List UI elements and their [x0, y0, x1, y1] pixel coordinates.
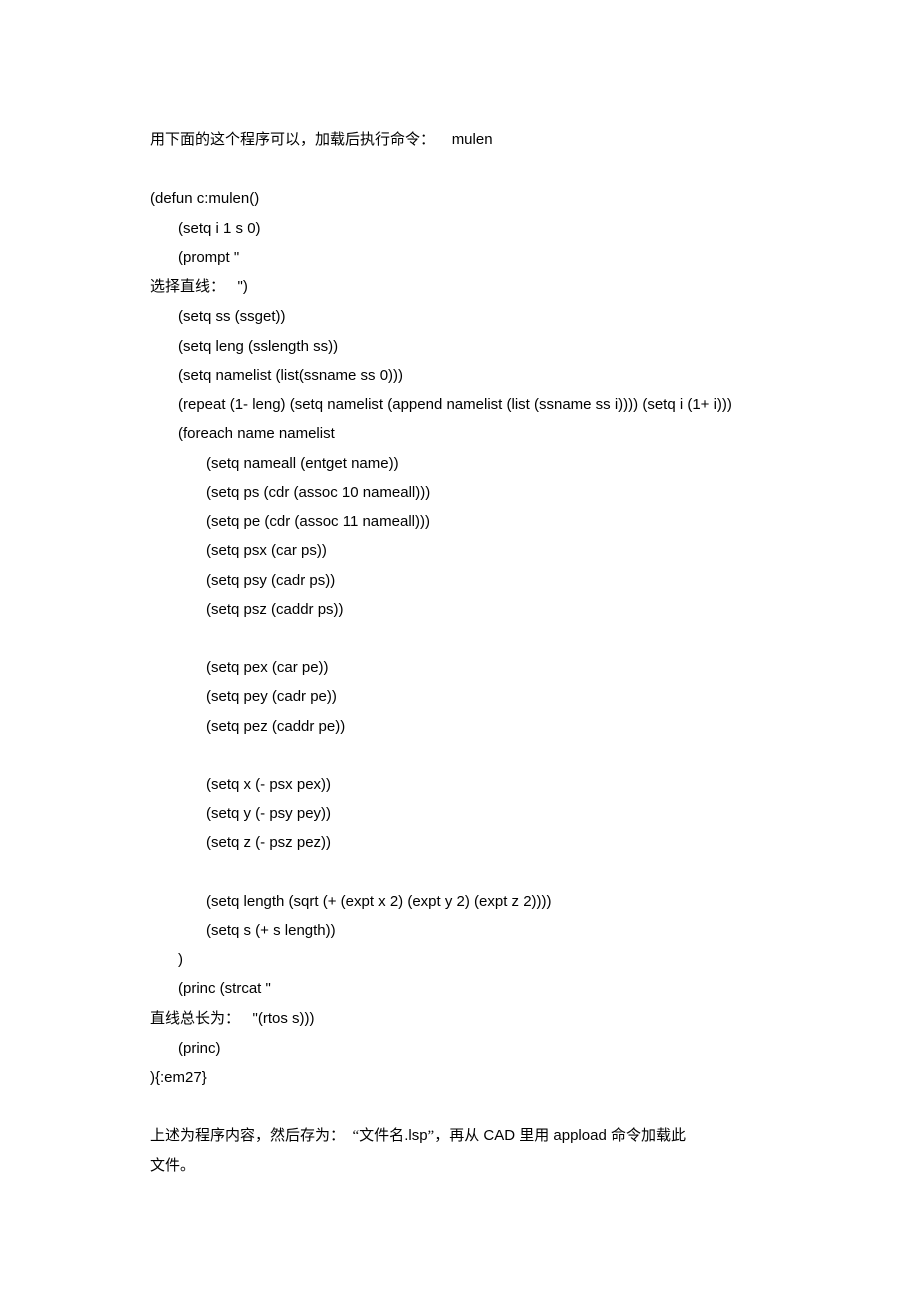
- blank-line: [150, 155, 770, 184]
- outro-text: ”，再从: [428, 1128, 480, 1144]
- code-en: [225, 278, 238, 295]
- code-line: (princ): [150, 1034, 770, 1063]
- code-line: (setq ss (ssget)): [150, 302, 770, 331]
- blank-line: [150, 858, 770, 887]
- code-line: (setq pe (cdr (assoc 11 nameall))): [150, 507, 770, 536]
- code-line: (repeat (1- leng) (setq namelist (append…: [150, 390, 770, 419]
- outro-text: CAD: [479, 1127, 519, 1144]
- code-line: ){:em27}: [150, 1063, 770, 1092]
- document-page: 用下面的这个程序可以，加载后执行命令： mulen (defun c:mulen…: [0, 0, 920, 1303]
- intro-cmd: [435, 131, 452, 148]
- code-line: (setq psy (cadr ps)): [150, 566, 770, 595]
- code-line: (setq i 1 s 0): [150, 214, 770, 243]
- code-line: (princ (strcat ": [150, 974, 770, 1003]
- code-cn: 选择直线：: [150, 279, 225, 295]
- outro-line: 文件。: [150, 1152, 770, 1181]
- code-line: (setq pez (caddr pe)): [150, 712, 770, 741]
- intro-text: 用下面的这个程序可以，加载后执行命令：: [150, 132, 435, 148]
- code-line: ): [150, 945, 770, 974]
- blank-line: [150, 741, 770, 770]
- code-line: (defun c:mulen(): [150, 184, 770, 213]
- code-line: (setq psz (caddr ps)): [150, 595, 770, 624]
- outro-line: 上述为程序内容，然后存为： “文件名.lsp”，再从 CAD 里用 apploa…: [150, 1121, 770, 1151]
- code-line: (setq s (+ s length)): [150, 916, 770, 945]
- intro-line: 用下面的这个程序可以，加载后执行命令： mulen: [150, 125, 770, 155]
- outro-text: appload: [549, 1127, 611, 1144]
- code-line: (prompt ": [150, 243, 770, 272]
- code-en-text: "): [238, 278, 248, 295]
- code-line: 选择直线： "): [150, 272, 770, 302]
- blank-line: [150, 1092, 770, 1121]
- code-line: 直线总长为： "(rtos s))): [150, 1004, 770, 1034]
- code-line: (setq pey (cadr pe)): [150, 682, 770, 711]
- code-line: (setq leng (sslength ss)): [150, 332, 770, 361]
- code-line: (setq z (- psz pez)): [150, 828, 770, 857]
- code-line: (setq ps (cdr (assoc 10 nameall))): [150, 478, 770, 507]
- code-line: (setq x (- psx pex)): [150, 770, 770, 799]
- code-en: [240, 1010, 253, 1027]
- code-line: (setq length (sqrt (+ (expt x 2) (expt y…: [150, 887, 770, 916]
- code-en-text: "(rtos s))): [253, 1010, 315, 1027]
- outro-text: [345, 1128, 353, 1144]
- outro-text: 命令加载此: [611, 1128, 686, 1144]
- outro-text: .lsp: [404, 1127, 427, 1144]
- code-line: (setq nameall (entget name)): [150, 449, 770, 478]
- code-line: (foreach name namelist: [150, 419, 770, 448]
- code-line: (setq namelist (list(ssname ss 0))): [150, 361, 770, 390]
- outro-text: 上述为程序内容，然后存为：: [150, 1128, 345, 1144]
- blank-line: [150, 624, 770, 653]
- code-line: (setq y (- psy pey)): [150, 799, 770, 828]
- code-line: (setq pex (car pe)): [150, 653, 770, 682]
- code-cn: 直线总长为：: [150, 1011, 240, 1027]
- outro-text: 里用: [519, 1128, 549, 1144]
- intro-cmd-text: mulen: [452, 131, 493, 148]
- code-line: (setq psx (car ps)): [150, 536, 770, 565]
- outro-text: “文件名: [353, 1128, 405, 1144]
